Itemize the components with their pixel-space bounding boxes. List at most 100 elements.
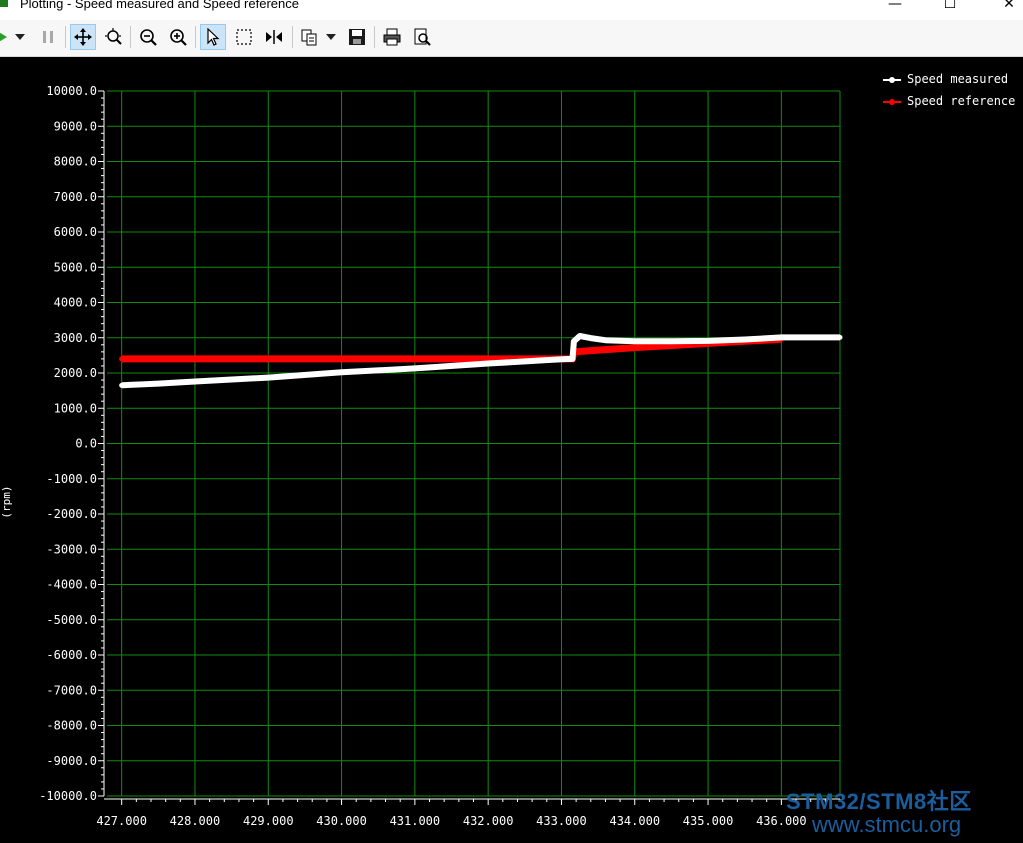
y-tick-label: 5000.0	[54, 260, 97, 274]
y-tick-label: -6000.0	[46, 648, 97, 662]
y-tick-label: -2000.0	[46, 507, 97, 521]
x-tick-label: 428.000	[170, 814, 221, 828]
title-bar: Plotting - Speed measured and Speed refe…	[0, 0, 1023, 20]
point-speed-measured	[632, 338, 638, 344]
watermark: STM32/STM8社区 www.stmcu.org	[786, 784, 1023, 838]
point-speed-measured	[588, 335, 594, 341]
dropdown-arrow-icon	[15, 34, 25, 40]
toolbar-separator	[374, 26, 375, 48]
point-speed-measured	[412, 365, 418, 371]
point-speed-measured	[571, 338, 577, 344]
point-speed-measured	[837, 334, 843, 340]
y-tick-label: 1000.0	[54, 401, 97, 415]
y-tick-label: 0.0	[75, 437, 97, 451]
zoom-out-button[interactable]	[135, 24, 161, 50]
point-speed-reference	[119, 356, 125, 362]
y-tick-label: 9000.0	[54, 119, 97, 133]
pause-button[interactable]	[35, 24, 61, 50]
toolbar	[0, 20, 1023, 57]
point-speed-reference	[632, 345, 638, 351]
x-tick-label: 435.000	[683, 814, 734, 828]
zoom-in-icon	[170, 29, 187, 46]
toolbar-separator	[195, 26, 196, 48]
play-dropdown-button[interactable]	[10, 24, 30, 50]
point-speed-measured	[742, 337, 748, 343]
watermark-url: www.stmcu.org	[812, 812, 962, 837]
x-tick-label: 431.000	[390, 814, 441, 828]
print-button[interactable]	[379, 24, 405, 50]
copy-dropdown-button[interactable]	[321, 24, 341, 50]
y-axis-label: Speed (rpm)	[0, 485, 13, 519]
legend-label-speed-reference: Speed reference	[907, 94, 1016, 108]
point-speed-measured	[265, 375, 271, 381]
play-icon	[0, 32, 7, 42]
select-rect-button[interactable]	[231, 24, 257, 50]
toolbar-separator	[65, 26, 66, 48]
toolbar-separator	[130, 26, 131, 48]
select-rect-icon	[236, 29, 252, 45]
point-speed-reference	[265, 356, 271, 362]
x-tick-label: 433.000	[536, 814, 587, 828]
cursor-split-button[interactable]	[261, 24, 287, 50]
y-tick-label: -9000.0	[46, 754, 97, 768]
minimize-button[interactable]: —	[880, 0, 910, 14]
legend-label-speed-measured: Speed measured	[907, 72, 1009, 86]
point-speed-measured	[668, 338, 674, 344]
pan-button[interactable]	[70, 24, 96, 50]
y-tick-label: 7000.0	[54, 190, 97, 204]
pointer-icon	[207, 28, 220, 46]
point-speed-measured	[569, 356, 575, 362]
point-speed-measured	[778, 334, 784, 340]
point-speed-reference	[412, 356, 418, 362]
point-speed-measured	[602, 337, 608, 343]
legend-item-speed-measured: Speed measured	[880, 72, 1023, 88]
save-button[interactable]	[344, 24, 370, 50]
pause-icon	[43, 31, 53, 43]
point-speed-reference	[192, 356, 198, 362]
print-preview-button[interactable]	[409, 24, 435, 50]
close-button[interactable]: ✕	[994, 0, 1023, 14]
copy-button[interactable]	[296, 24, 322, 50]
zoom-fit-icon	[105, 28, 122, 45]
x-tick-label: 427.000	[96, 814, 147, 828]
pointer-button[interactable]	[200, 24, 226, 50]
y-tick-label: -7000.0	[46, 683, 97, 697]
point-speed-reference	[339, 356, 345, 362]
copy-icon	[301, 29, 317, 46]
y-tick-label: 3000.0	[54, 331, 97, 345]
zoom-fit-button[interactable]	[100, 24, 126, 50]
legend-marker-speed-reference	[889, 99, 895, 105]
y-tick-label: 2000.0	[54, 366, 97, 380]
legend-marker-speed-measured	[889, 77, 895, 83]
print-preview-icon	[414, 28, 431, 46]
y-tick-label: -3000.0	[46, 542, 97, 556]
x-tick-label: 429.000	[243, 814, 294, 828]
speed-chart[interactable]: 10000.0 9000.0 8000.0 7000.0 6000.0 5000.0 400…	[0, 57, 1023, 843]
point-speed-measured	[155, 381, 161, 387]
y-tick-label: 8000.0	[54, 155, 97, 169]
plot-area[interactable]: 10000.0 9000.0 8000.0 7000.0 6000.0 5000.0 400…	[0, 57, 1023, 843]
window-title: Plotting - Speed measured and Speed refe…	[20, 0, 299, 11]
y-tick-label: 6000.0	[54, 225, 97, 239]
maximize-button[interactable]: ☐	[935, 0, 965, 14]
point-speed-measured	[577, 333, 583, 339]
y-tick-label: 10000.0	[46, 84, 97, 98]
point-speed-measured	[192, 378, 198, 384]
y-tick-label: 4000.0	[54, 296, 97, 310]
save-icon	[349, 29, 365, 45]
x-tick-label: 430.000	[316, 814, 367, 828]
y-tick-label: -1000.0	[46, 472, 97, 486]
y-tick-label: -10000.0	[39, 789, 97, 803]
point-speed-measured	[705, 338, 711, 344]
x-tick-label: 434.000	[609, 814, 660, 828]
pan-icon	[74, 28, 92, 46]
point-speed-reference	[595, 347, 601, 353]
point-speed-measured	[119, 382, 125, 388]
print-icon	[383, 28, 401, 46]
zoom-out-icon	[140, 29, 157, 46]
zoom-in-button[interactable]	[165, 24, 191, 50]
point-speed-measured	[558, 356, 564, 362]
y-tick-label: -4000.0	[46, 578, 97, 592]
cursor-split-icon	[266, 30, 282, 44]
toolbar-separator	[292, 26, 293, 48]
